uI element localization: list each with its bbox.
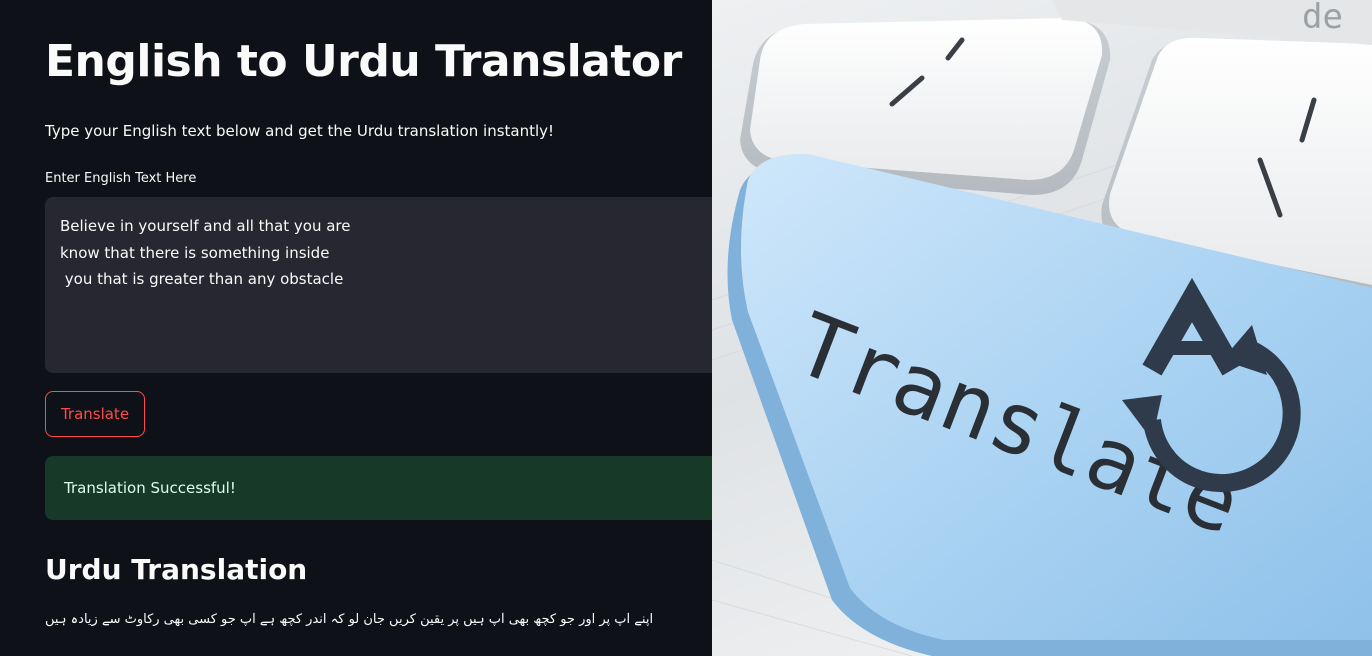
key-fragment-label: de xyxy=(1302,0,1343,37)
page-title: English to Urdu Translator xyxy=(45,36,682,87)
translate-keyboard-image: de Translate xyxy=(712,0,1372,656)
keyboard-illustration: de Translate xyxy=(712,0,1372,656)
page-subtitle: Type your English text below and get the… xyxy=(45,122,555,140)
english-text-label: Enter English Text Here xyxy=(45,171,197,186)
urdu-translation-heading: Urdu Translation xyxy=(45,553,308,586)
app-window: English to Urdu Translator Type your Eng… xyxy=(0,0,1372,656)
success-alert: Translation Successful! xyxy=(45,456,712,520)
translate-button[interactable]: Translate xyxy=(45,391,145,437)
english-text-input[interactable]: Believe in yourself and all that you are… xyxy=(45,197,712,373)
urdu-translation-text: اپنے آپ پر اور جو کچھ بھی آپ ہیں پر یقین… xyxy=(45,612,654,627)
main-panel: English to Urdu Translator Type your Eng… xyxy=(0,0,712,656)
success-message: Translation Successful! xyxy=(64,479,236,497)
